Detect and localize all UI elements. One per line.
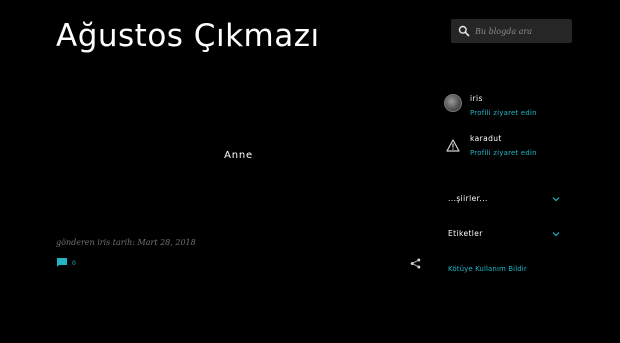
widget-label: ...şiirler... [448,194,488,203]
widget-label: Etiketler [448,229,483,238]
post-meta: gönderen iris tarih: Mart 28, 2018 [56,238,196,247]
search-input[interactable] [475,26,565,36]
comment-icon [56,257,68,268]
warning-icon [444,136,462,154]
profile-name[interactable]: iris [470,93,537,104]
profile-karadut: karadut Profili ziyaret edin [444,133,537,157]
chevron-down-icon[interactable] [552,231,560,237]
post-body-text: Anne [224,150,253,161]
profile-name[interactable]: karadut [470,133,537,144]
chevron-down-icon[interactable] [552,196,560,202]
avatar[interactable] [444,94,462,112]
share-icon[interactable] [410,258,421,269]
search-icon[interactable] [453,19,475,43]
report-abuse-link[interactable]: Kötüye Kullanım Bildir [448,265,527,273]
profile-iris: iris Profili ziyaret edin [444,93,537,117]
comment-count: 0 [72,260,76,267]
widget-siirler[interactable]: ...şiirler... [448,194,560,203]
blog-page: Ağustos Çıkmazı Anne gönderen iris tarih… [0,0,620,343]
widget-etiketler[interactable]: Etiketler [448,229,560,238]
comment-link[interactable]: 0 [56,257,76,268]
search-box [451,19,572,43]
visit-profile-link[interactable]: Profili ziyaret edin [470,109,537,117]
blog-title[interactable]: Ağustos Çıkmazı [56,18,320,54]
visit-profile-link[interactable]: Profili ziyaret edin [470,149,537,157]
